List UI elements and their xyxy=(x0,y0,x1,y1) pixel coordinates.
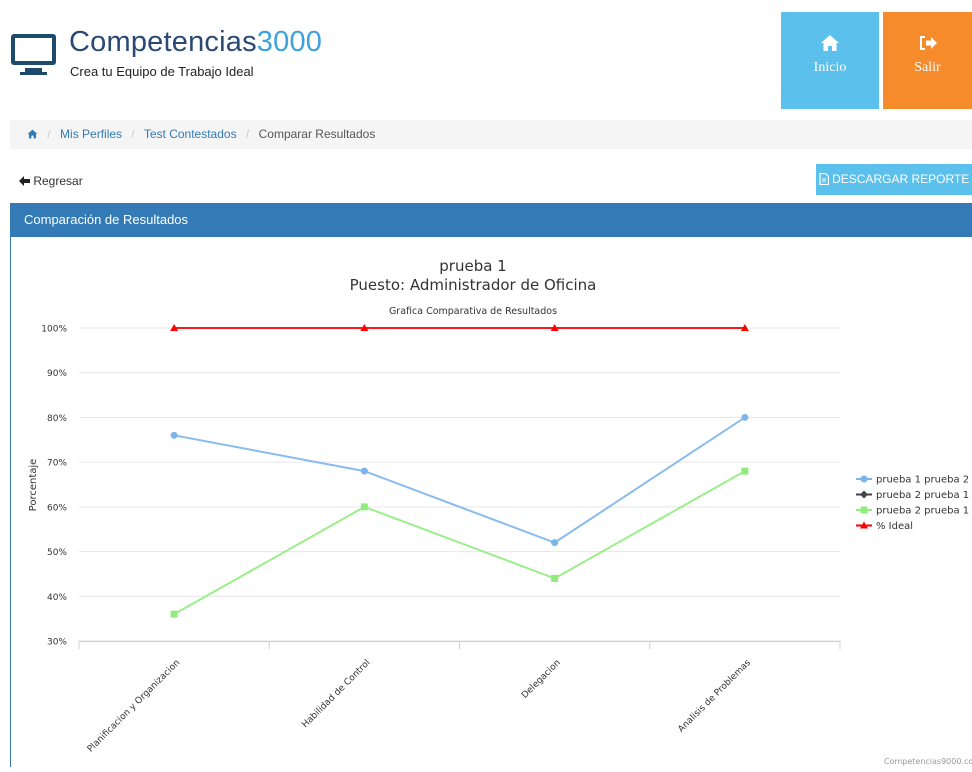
data-point xyxy=(360,467,368,475)
inicio-label: Inicio xyxy=(813,60,847,75)
y-axis-label: Porcentaje xyxy=(28,459,39,512)
y-tick-label: 70% xyxy=(47,459,67,469)
y-tick-label: 60% xyxy=(47,503,67,513)
y-tick-label: 80% xyxy=(47,414,67,424)
legend-marker xyxy=(860,506,868,514)
data-point xyxy=(551,539,559,547)
legend-label: prueba 2 prueba 1 xyxy=(876,490,969,501)
y-tick-label: 100% xyxy=(41,325,67,335)
x-tick-label: Planificacion y Organizacion xyxy=(86,658,182,754)
home-icon xyxy=(821,35,839,51)
back-link[interactable]: Regresar xyxy=(19,174,83,188)
data-point xyxy=(360,503,368,511)
data-point xyxy=(741,467,749,475)
y-tick-label: 50% xyxy=(47,548,67,558)
chart-subtitle: Grafica Comparativa de Resultados xyxy=(389,306,557,317)
series-line xyxy=(173,416,746,544)
legend-label: prueba 1 prueba 2 xyxy=(876,475,969,486)
brand-name[interactable]: Competencias3000 xyxy=(69,26,322,59)
breadcrumb-separator: / xyxy=(131,127,135,141)
chart-credit[interactable]: Competencias9000.com xyxy=(884,757,972,766)
x-tick-label: Delegacion xyxy=(520,658,563,701)
results-panel: Comparación de Resultados prueba 1 Puest… xyxy=(10,203,972,767)
brand-text: Competencias xyxy=(69,26,257,58)
breadcrumb: / Mis Perfiles / Test Contestados / Comp… xyxy=(10,120,972,149)
chart-title-line2: Puesto: Administrador de Oficina xyxy=(350,276,597,294)
tagline: Crea tu Equipo de Trabajo Ideal xyxy=(70,64,254,79)
breadcrumb-separator: / xyxy=(245,127,250,141)
header: Competencias3000 Crea tu Equipo de Traba… xyxy=(0,0,972,110)
inicio-button[interactable]: Inicio xyxy=(781,12,879,109)
chart-title: prueba 1 xyxy=(439,257,506,275)
arrow-left-icon xyxy=(19,176,30,186)
salir-button[interactable]: Salir xyxy=(883,12,972,109)
data-point xyxy=(741,413,749,421)
y-tick-label: 40% xyxy=(47,593,67,603)
data-point xyxy=(170,431,178,439)
data-point xyxy=(551,574,559,582)
legend-label: % Ideal xyxy=(876,521,913,532)
plot-area: 30% 40% 50% 60% 70% 80% 90% 100% Planificacion y… xyxy=(41,324,969,755)
legend-marker xyxy=(860,475,868,483)
legend-marker xyxy=(860,490,868,499)
salir-label: Salir xyxy=(914,60,941,75)
breadcrumb-mis-perfiles[interactable]: Mis Perfiles xyxy=(60,127,122,141)
y-tick-label: 90% xyxy=(47,369,67,379)
panel-title: Comparación de Resultados xyxy=(11,203,972,237)
back-label: Regresar xyxy=(33,174,83,188)
data-point xyxy=(170,610,178,618)
download-report-button[interactable]: DESCARGAR REPORTE xyxy=(816,164,972,195)
monitor-icon xyxy=(11,34,56,75)
sign-out-icon xyxy=(919,36,937,50)
download-label: DESCARGAR REPORTE xyxy=(832,172,970,186)
home-icon[interactable] xyxy=(27,129,38,139)
brand-number: 3000 xyxy=(256,26,323,58)
comparison-chart: prueba 1 Puesto: Administrador de Oficin… xyxy=(28,257,972,766)
pdf-file-icon xyxy=(819,172,829,186)
breadcrumb-separator: / xyxy=(47,127,51,141)
breadcrumb-active: Comparar Resultados xyxy=(258,127,376,141)
y-tick-label: 30% xyxy=(47,638,67,648)
breadcrumb-test-contestados[interactable]: Test Contestados xyxy=(144,127,237,141)
legend-label: prueba 2 prueba 1 xyxy=(876,506,969,517)
series-line xyxy=(173,470,746,616)
x-tick-label: Habilidad de Control xyxy=(300,658,372,730)
x-tick-label: Analisis de Problemas xyxy=(676,658,753,735)
